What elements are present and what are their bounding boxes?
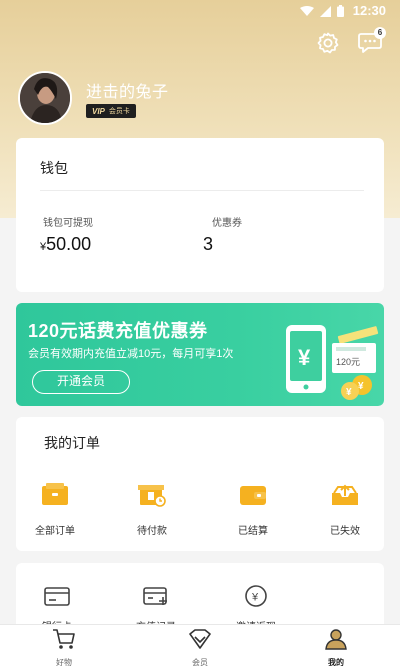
order-all[interactable]: 全部订单	[25, 483, 85, 537]
wallet-title: 钱包	[40, 160, 68, 176]
status-bar: 12:30	[0, 0, 400, 22]
phone-yen-symbol: ¥	[298, 345, 311, 370]
status-icons	[300, 5, 344, 17]
signal-icon	[320, 5, 331, 17]
withdrawable-value[interactable]: ¥50.00	[40, 234, 91, 255]
svg-text:¥: ¥	[346, 387, 352, 398]
wifi-icon	[300, 5, 314, 16]
gear-icon	[317, 32, 339, 54]
vip-card-label: 会员卡	[108, 108, 130, 115]
order-pending-payment-label: 待付款	[137, 526, 167, 537]
svg-text:¥: ¥	[358, 381, 364, 392]
username: 进击的兔子	[86, 84, 169, 101]
recharge-record-icon	[143, 587, 167, 605]
cart-icon	[53, 629, 75, 649]
nav-membership[interactable]: 会员	[170, 628, 230, 666]
coupon-value[interactable]: 3	[203, 234, 213, 255]
settled-wallet-icon	[240, 486, 266, 505]
orders-title: 我的订单	[44, 435, 100, 451]
withdrawable-label: 钱包可提现	[43, 218, 93, 229]
promo-subtitle: 会员有效期内充值立减10元，每月可享1次	[28, 348, 234, 360]
settings-button[interactable]	[316, 31, 340, 55]
withdrawable-amount: 50.00	[46, 234, 92, 254]
svg-text:¥: ¥	[251, 592, 259, 604]
messages-button[interactable]: 6	[358, 27, 386, 55]
promo-banner[interactable]: 120元话费充值优惠券 会员有效期内充值立减10元，每月可享1次 开通会员 12…	[16, 303, 384, 406]
nav-mine-label: 我的	[328, 658, 344, 666]
avatar-photo	[20, 73, 70, 123]
diamond-icon	[189, 629, 211, 649]
pending-payment-icon	[138, 485, 166, 507]
vip-badge[interactable]: VIP 会员卡	[86, 104, 136, 118]
ticket-text: 120元	[336, 357, 360, 367]
order-settled[interactable]: 已结算	[223, 483, 283, 537]
person-icon	[325, 629, 347, 650]
order-settled-label: 已结算	[238, 526, 268, 537]
nav-goods[interactable]: 好物	[34, 628, 94, 666]
order-pending-payment[interactable]: 待付款	[122, 483, 182, 537]
wallet-divider	[40, 190, 364, 191]
invite-cashback-icon: ¥	[245, 585, 267, 607]
bottom-nav: 好物 会员 我的	[0, 624, 400, 666]
nav-goods-label: 好物	[56, 658, 72, 666]
avatar[interactable]	[18, 71, 72, 125]
vip-label: VIP	[92, 106, 105, 116]
expired-tray-icon	[332, 484, 358, 505]
battery-icon	[337, 5, 344, 17]
promo-title: 120元话费充值优惠券	[28, 321, 208, 341]
nav-membership-label: 会员	[192, 658, 208, 666]
nav-mine[interactable]: 我的	[306, 628, 366, 666]
coupon-label: 优惠券	[212, 218, 242, 229]
wallet-card: 钱包 钱包可提现 ¥50.00 优惠券 3	[16, 138, 384, 292]
order-expired[interactable]: 已失效	[315, 483, 375, 537]
all-orders-icon	[42, 483, 68, 505]
order-all-label: 全部订单	[35, 526, 75, 537]
open-membership-button[interactable]: 开通会员	[32, 370, 130, 394]
phone-recharge-illustration: 120元 ¥ ¥ ¥	[286, 325, 379, 400]
bank-card-icon	[44, 587, 70, 606]
order-expired-label: 已失效	[330, 526, 360, 537]
orders-card: 我的订单 全部订单 待付款 已结算 已失效	[16, 417, 384, 551]
message-count-badge: 6	[374, 27, 386, 39]
status-time: 12:30	[352, 3, 386, 18]
